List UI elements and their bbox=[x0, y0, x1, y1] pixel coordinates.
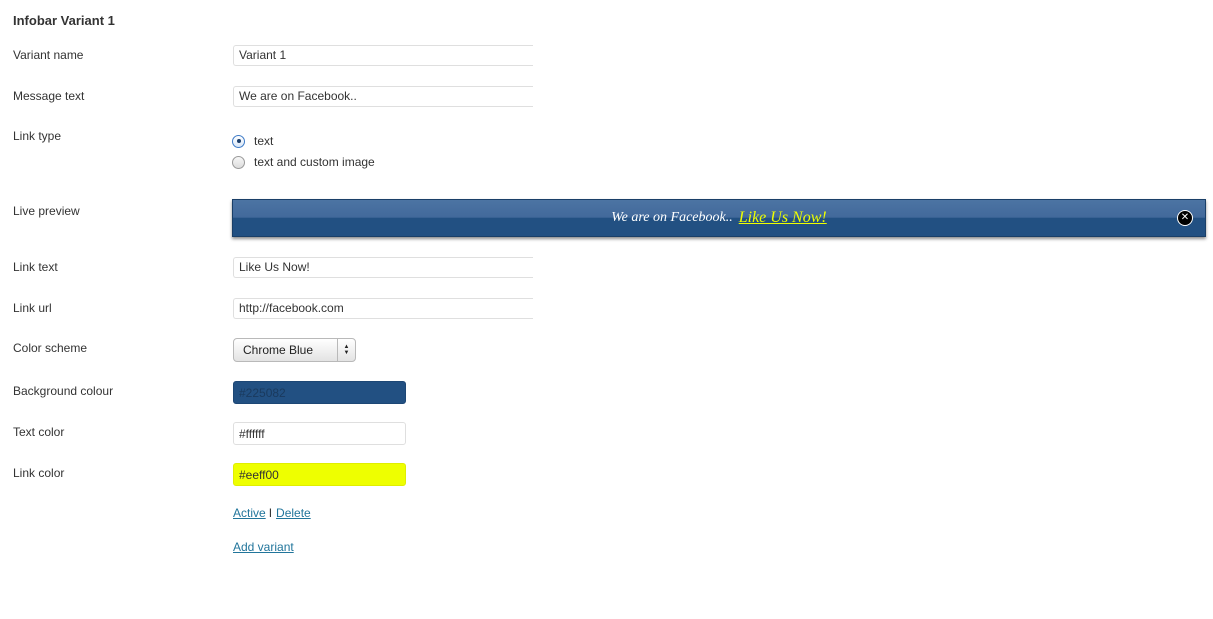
message-text-label: Message text bbox=[13, 89, 85, 103]
variant-name-input[interactable] bbox=[233, 45, 533, 66]
link-url-label: Link url bbox=[13, 301, 52, 315]
link-type-option-label: text bbox=[254, 134, 274, 148]
link-type-option-text[interactable]: text bbox=[232, 134, 273, 148]
radio-checked-icon[interactable] bbox=[232, 134, 245, 148]
section-title: Infobar Variant 1 bbox=[13, 13, 115, 28]
preview-message: We are on Facebook.. bbox=[611, 210, 733, 225]
close-icon[interactable]: ✕ bbox=[1177, 210, 1193, 226]
variant-actions: Active I Delete bbox=[233, 506, 311, 520]
link-type-option-label: text and custom image bbox=[254, 155, 375, 169]
text-color-input[interactable] bbox=[233, 422, 406, 445]
select-arrows-icon: ▲ ▼ bbox=[337, 339, 355, 361]
live-preview-label: Live preview bbox=[13, 204, 80, 218]
link-type-option-text-and-image[interactable]: text and custom image bbox=[232, 155, 375, 169]
add-variant-wrapper: Add variant bbox=[233, 540, 294, 554]
text-color-label: Text color bbox=[13, 425, 65, 439]
add-variant-link[interactable]: Add variant bbox=[233, 540, 294, 554]
color-scheme-label: Color scheme bbox=[13, 341, 88, 355]
link-text-input[interactable] bbox=[233, 257, 533, 278]
color-scheme-selected: Chrome Blue bbox=[243, 343, 314, 357]
radio-unchecked-icon[interactable] bbox=[232, 155, 245, 169]
link-type-label: Link type bbox=[13, 129, 62, 143]
action-separator: I bbox=[268, 506, 273, 520]
preview-link[interactable]: Like Us Now! bbox=[739, 209, 827, 227]
live-preview-bar: We are on Facebook.. Like Us Now! ✕ bbox=[232, 199, 1206, 237]
link-color-input[interactable] bbox=[233, 463, 406, 486]
link-text-label: Link text bbox=[13, 260, 58, 274]
link-url-input[interactable] bbox=[233, 298, 533, 319]
background-colour-label: Background colour bbox=[13, 384, 114, 398]
color-scheme-select[interactable]: Chrome Blue ▲ ▼ bbox=[233, 338, 356, 362]
message-text-input[interactable] bbox=[233, 86, 533, 107]
link-color-label: Link color bbox=[13, 466, 65, 480]
variant-name-label: Variant name bbox=[13, 48, 84, 62]
delete-link[interactable]: Delete bbox=[276, 506, 311, 520]
background-colour-input[interactable] bbox=[233, 381, 406, 404]
active-link[interactable]: Active bbox=[233, 506, 266, 520]
